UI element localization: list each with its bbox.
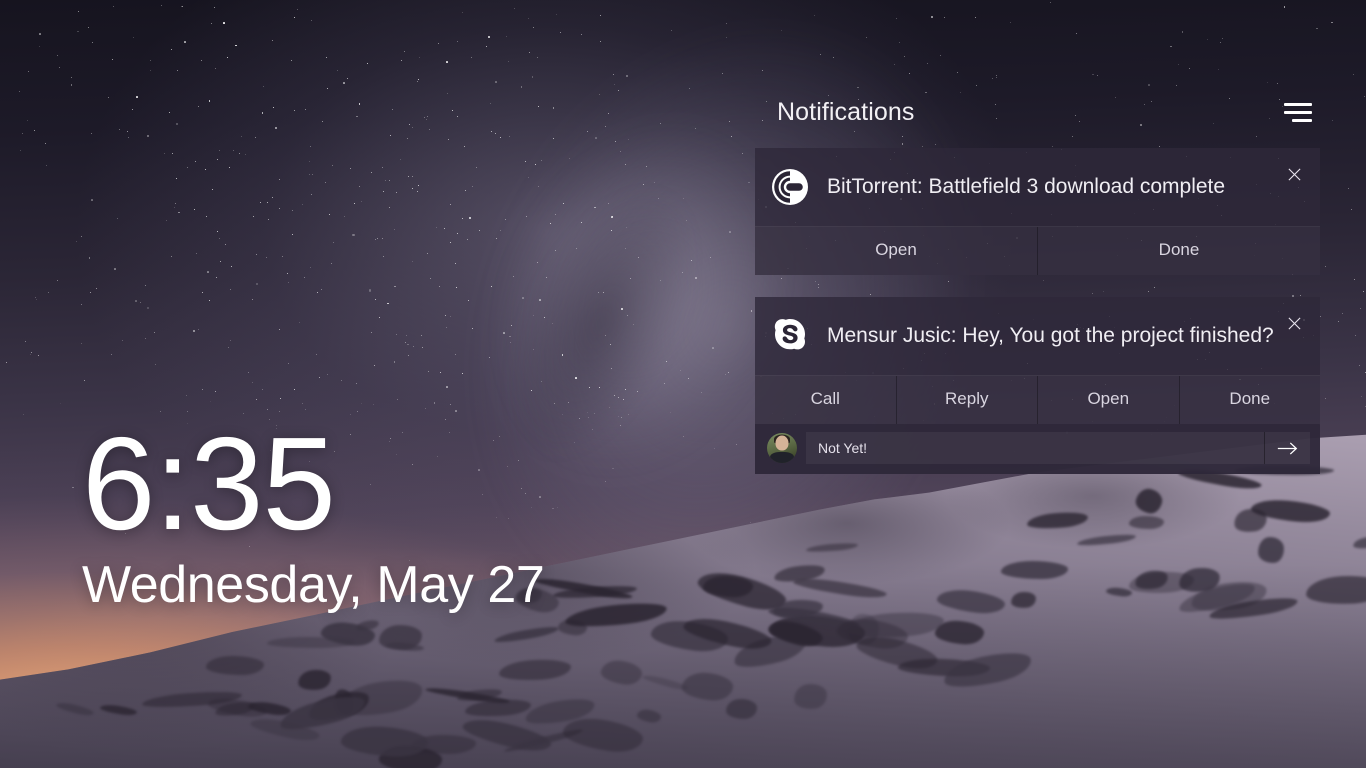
reply-input[interactable] [818,440,1252,456]
action-button-open[interactable]: Open [755,227,1037,275]
bittorrent-icon [771,168,809,206]
notification-card-bittorrent[interactable]: BitTorrent: Battlefield 3 download compl… [755,148,1320,275]
skype-icon [771,317,809,355]
action-button-done[interactable]: Done [1178,376,1321,424]
notification-card-skype[interactable]: Mensur Jusic: Hey, You got the project f… [755,297,1320,474]
clock-area: 6:35 Wednesday, May 27 [82,410,545,616]
action-button-call[interactable]: Call [755,376,896,424]
notifications-header: Notifications [755,88,1320,136]
close-icon[interactable] [1280,160,1308,188]
notifications-panel: Notifications BitTorrent: Battlefield 3 … [755,88,1320,474]
hamburger-bar-1 [1284,102,1312,106]
notification-text: Mensur Jusic: Hey, You got the project f… [827,323,1274,347]
send-arrow-icon[interactable] [1264,432,1310,464]
avatar-face [775,435,789,451]
notification-text: BitTorrent: Battlefield 3 download compl… [827,174,1226,198]
action-button-reply[interactable]: Reply [895,376,1038,424]
notifications-title: Notifications [777,97,915,126]
notification-actions: Call Reply Open Done [755,375,1320,424]
avatar-torso [770,452,794,463]
clock-date: Wednesday, May 27 [82,556,545,614]
close-icon[interactable] [1280,309,1308,337]
notification-body: BitTorrent: Battlefield 3 download compl… [755,148,1320,226]
action-button-open[interactable]: Open [1037,376,1179,424]
clock-time: 6:35 [82,410,336,557]
user-avatar [767,433,797,463]
hamburger-bar-2 [1284,110,1312,114]
hamburger-menu-icon[interactable] [1276,92,1316,132]
reply-input-wrapper[interactable] [806,432,1264,464]
notification-actions: Open Done [755,226,1320,275]
hamburger-bar-3 [1292,118,1312,122]
action-button-done[interactable]: Done [1037,227,1320,275]
reply-row [755,424,1320,474]
notification-body: Mensur Jusic: Hey, You got the project f… [755,297,1320,375]
